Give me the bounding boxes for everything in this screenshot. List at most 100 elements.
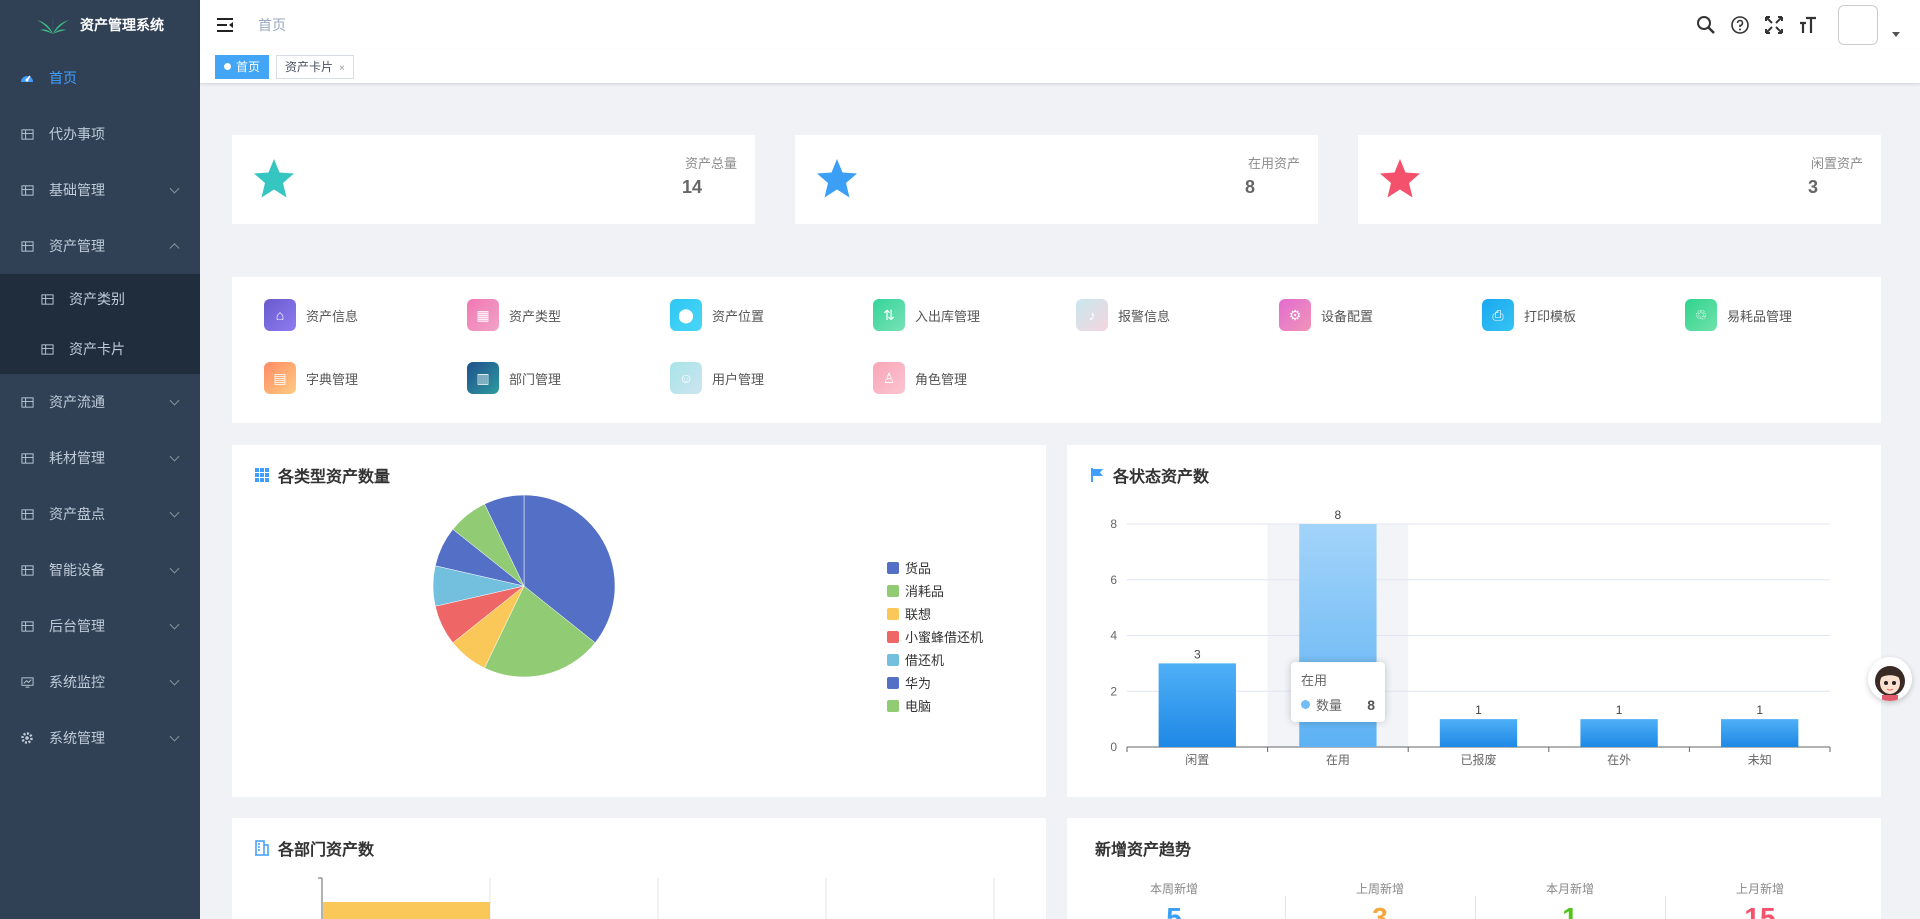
legend-label: 华为 <box>905 676 932 691</box>
sidebar-item-label: 耗材管理 <box>49 450 105 466</box>
dept-chart-panel: 各部门资产数 <box>232 818 1046 919</box>
close-icon[interactable]: × <box>339 63 345 74</box>
help-icon[interactable] <box>1730 15 1750 35</box>
submenu-asset: 资产类别 资产卡片 <box>0 274 200 374</box>
tooltip-value: 8 <box>1367 696 1375 713</box>
sidebar-item-circulation[interactable]: 资产流通 <box>0 374 200 430</box>
shortcut-item[interactable]: ⬤ 资产位置 <box>670 299 764 331</box>
search-icon[interactable] <box>1696 15 1716 35</box>
legend-label: 货品 <box>905 561 932 576</box>
shortcut-item[interactable]: ♙ 角色管理 <box>873 362 967 394</box>
sidebar-item-basic[interactable]: 基础管理 <box>0 162 200 218</box>
shortcut-label: 资产位置 <box>712 308 765 324</box>
x-tick-label: 在外 <box>1607 753 1631 767</box>
sidebar-item-label: 系统管理 <box>49 730 105 746</box>
stat-value: 14 <box>682 177 703 197</box>
shortcut-label: 打印模板 <box>1524 308 1577 324</box>
caret-down-icon[interactable] <box>1892 31 1900 37</box>
sidebar-item-monitor[interactable]: 系统监控 <box>0 654 200 710</box>
legend-item[interactable]: 借还机 <box>887 650 944 669</box>
sidebar-item-inventory[interactable]: 资产盘点 <box>0 486 200 542</box>
table-icon <box>20 619 34 633</box>
shortcut-item[interactable]: ▦ 资产类型 <box>467 299 561 331</box>
panel-title: 各类型资产数量 <box>254 463 390 487</box>
shortcut-icon: ⬤ <box>670 299 702 331</box>
star-icon <box>1380 159 1420 198</box>
font-size-icon[interactable] <box>1798 15 1818 35</box>
assistant-avatar[interactable] <box>1868 657 1912 701</box>
shortcut-item[interactable]: ☺ 用户管理 <box>670 362 764 394</box>
bar-value-label: 1 <box>1756 703 1763 717</box>
shortcut-item[interactable]: ⌂ 资产信息 <box>264 299 358 331</box>
sidebar-item-asset[interactable]: 资产管理 <box>0 218 200 274</box>
sidebar-item-smart-devices[interactable]: 智能设备 <box>0 542 200 598</box>
hamburger-icon[interactable] <box>216 16 234 34</box>
bar <box>1721 719 1799 747</box>
sidebar-item-label: 系统监控 <box>49 674 105 690</box>
avatar[interactable] <box>1838 5 1878 45</box>
dashboard-icon <box>20 71 34 85</box>
sidebar-item-asset-category[interactable]: 资产类别 <box>0 274 200 324</box>
shortcut-label: 字典管理 <box>306 371 359 387</box>
sidebar-item-asset-card[interactable]: 资产卡片 <box>0 324 200 374</box>
sidebar-item-todo[interactable]: 代办事项 <box>0 106 200 162</box>
grid-icon <box>255 468 269 482</box>
x-tick-label: 闲置 <box>1185 753 1209 767</box>
stat-label: 闲置资产 <box>1810 156 1863 171</box>
shortcut-icon: ☺ <box>670 362 702 394</box>
sidebar-item-label: 资产管理 <box>49 238 105 254</box>
legend-item[interactable]: 联想 <box>887 604 931 623</box>
sidebar-item-backend[interactable]: 后台管理 <box>0 598 200 654</box>
leaf-logo-icon <box>37 15 69 34</box>
shortcut-label: 部门管理 <box>509 371 562 387</box>
sidebar-item-label: 资产卡片 <box>69 341 125 357</box>
shortcut-item[interactable]: ⚙ 设备配置 <box>1279 299 1373 331</box>
legend-swatch <box>887 584 899 597</box>
legend-item[interactable]: 货品 <box>887 558 931 577</box>
shortcut-icon: ♲ <box>1685 299 1717 331</box>
bar-value-label: 1 <box>1475 703 1482 717</box>
shortcut-icon: ⇅ <box>873 299 905 331</box>
pie-chart <box>432 495 616 678</box>
stat-card-in-use: 在用资产 8 <box>795 135 1318 224</box>
bar <box>1158 663 1236 747</box>
shortcut-icon: ▤ <box>264 362 296 394</box>
tag-home[interactable]: 首页 <box>215 55 270 79</box>
shortcut-label: 设备配置 <box>1321 308 1374 324</box>
shortcut-label: 资产类型 <box>509 308 562 324</box>
legend-label: 消耗品 <box>905 584 945 599</box>
sidebar-item-consumables[interactable]: 耗材管理 <box>0 430 200 486</box>
breadcrumb[interactable]: 首页 <box>258 15 286 35</box>
shortcut-item[interactable]: ⎙ 打印模板 <box>1482 299 1576 331</box>
sidebar-item-system[interactable]: 系统管理 <box>0 710 200 766</box>
tag-label: 资产卡片 <box>285 60 334 74</box>
sidebar-item-home[interactable]: 首页 <box>0 50 200 106</box>
shortcut-item[interactable]: ▥ 部门管理 <box>467 362 561 394</box>
shortcut-item[interactable]: ▤ 字典管理 <box>264 362 358 394</box>
legend-swatch <box>887 561 899 574</box>
bar <box>1439 719 1518 747</box>
shortcut-item[interactable]: ♪ 报警信息 <box>1076 299 1170 331</box>
shortcut-label: 入出库管理 <box>915 308 981 324</box>
fullscreen-icon[interactable] <box>1764 15 1784 35</box>
legend-item[interactable]: 小蜜蜂借还机 <box>887 627 983 646</box>
tooltip-series: 数量 <box>1316 698 1343 713</box>
legend-swatch <box>887 653 899 666</box>
star-icon <box>817 159 857 198</box>
sidebar-item-label: 代办事项 <box>49 126 105 142</box>
legend-item[interactable]: 电脑 <box>887 696 931 715</box>
shortcut-item[interactable]: ♲ 易耗品管理 <box>1685 299 1792 331</box>
table-icon <box>20 563 34 577</box>
shortcut-item[interactable]: ⇅ 入出库管理 <box>873 299 980 331</box>
tooltip-dot <box>1301 700 1310 709</box>
panel-title-text: 新增资产趋势 <box>1095 842 1192 859</box>
chevron-down-icon <box>169 675 180 686</box>
tag-asset-card[interactable]: 资产卡片 × <box>276 55 354 79</box>
trend-label: 本月新增 <box>1545 882 1594 896</box>
sidebar-item-label: 资产盘点 <box>49 506 105 522</box>
girl-avatar-icon <box>1875 666 1905 701</box>
tooltip-category: 在用 <box>1301 673 1328 688</box>
legend-item[interactable]: 华为 <box>887 673 931 692</box>
legend-item[interactable]: 消耗品 <box>887 581 944 600</box>
app-logo[interactable]: 资产管理系统 <box>0 0 200 50</box>
